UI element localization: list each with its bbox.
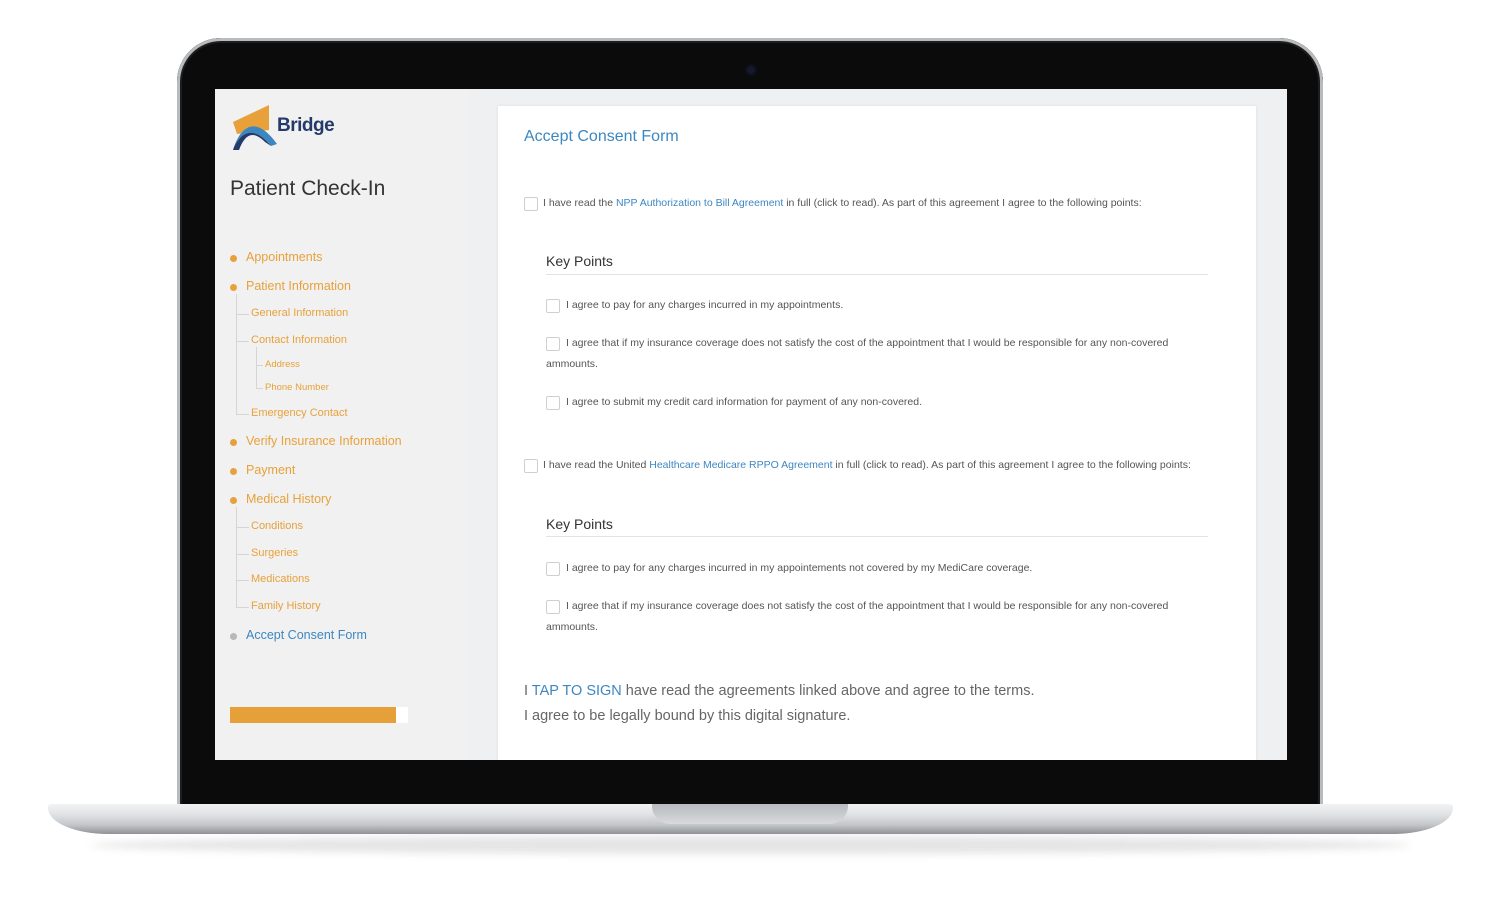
- app-screen: Bridge Patient Check-In Appointments Pat…: [215, 89, 1287, 760]
- nav-conditions[interactable]: Conditions: [251, 520, 303, 532]
- nav-bullet-icon: [230, 497, 237, 504]
- tree-branch: [236, 414, 249, 415]
- tree-branch: [256, 365, 263, 366]
- nav-patient-information[interactable]: Patient Information: [246, 279, 351, 293]
- key-point-text: I agree to pay for any charges incurred …: [566, 299, 844, 311]
- consent-form-card: Accept Consent Form I have read the NPP …: [498, 106, 1256, 760]
- page-title: Patient Check-In: [230, 177, 386, 200]
- signature-prefix: I: [524, 683, 532, 699]
- form-title: Accept Consent Form: [524, 128, 679, 145]
- agreement-prefix: I have read the: [543, 197, 616, 209]
- tree-branch: [236, 314, 249, 315]
- key-points-heading: Key Points: [546, 516, 613, 532]
- webcam-icon: [745, 64, 757, 76]
- nav-general-information[interactable]: General Information: [251, 307, 348, 319]
- tap-to-sign-button[interactable]: TAP TO SIGN: [532, 683, 622, 699]
- tree-branch: [236, 580, 249, 581]
- key-points-divider: [546, 536, 1208, 537]
- signature-binding-text: I agree to be legally bound by this digi…: [524, 708, 851, 724]
- agreement-suffix: in full (click to read). As part of this…: [783, 197, 1142, 209]
- key-points-divider: [546, 274, 1208, 275]
- laptop-notch: [652, 804, 848, 824]
- tree-branch: [236, 554, 249, 555]
- key-point: I agree to pay for any charges incurred …: [546, 295, 1206, 316]
- nav-bullet-icon: [230, 633, 237, 640]
- nav-payment[interactable]: Payment: [246, 463, 295, 477]
- nav-address[interactable]: Address: [265, 359, 300, 370]
- medicare-agreement-text: I have read the United Healthcare Medica…: [543, 459, 1191, 471]
- nav-medical-history[interactable]: Medical History: [246, 492, 331, 506]
- laptop-shadow: [90, 836, 1410, 854]
- agreement-suffix: in full (click to read). As part of this…: [832, 459, 1191, 471]
- nav-family-history[interactable]: Family History: [251, 600, 321, 612]
- nav-emergency-contact[interactable]: Emergency Contact: [251, 407, 348, 419]
- medicare-agreement-checkbox[interactable]: [524, 459, 538, 473]
- tree-branch: [256, 388, 263, 389]
- nav-contact-information[interactable]: Contact Information: [251, 334, 347, 346]
- key-point-text: I agree to submit my credit card informa…: [566, 396, 923, 408]
- nav-medications[interactable]: Medications: [251, 573, 310, 585]
- nav-bullet-icon: [230, 439, 237, 446]
- key-point-text: I agree to pay for any charges incurred …: [566, 562, 1033, 574]
- key-point: I agree to pay for any charges incurred …: [546, 558, 1206, 579]
- tree-line: [236, 294, 237, 414]
- brand-name: Bridge: [277, 115, 335, 136]
- signature-suffix: have read the agreements linked above an…: [621, 683, 1035, 699]
- npp-agreement-checkbox[interactable]: [524, 197, 538, 211]
- sidebar: Bridge Patient Check-In Appointments Pat…: [215, 89, 468, 760]
- medicare-agreement-link[interactable]: Healthcare Medicare RPPO Agreement: [649, 459, 832, 471]
- nav-accept-consent-form[interactable]: Accept Consent Form: [246, 628, 367, 642]
- tree-branch: [236, 341, 249, 342]
- nav-bullet-icon: [230, 468, 237, 475]
- agreement-prefix: I have read the United: [543, 459, 650, 471]
- nav-appointments[interactable]: Appointments: [246, 250, 322, 264]
- nav-phone-number[interactable]: Phone Number: [265, 382, 329, 393]
- nav-bullet-icon: [230, 284, 237, 291]
- key-point: I agree to submit my credit card informa…: [546, 392, 1206, 413]
- key-point-text: I agree that if my insurance coverage do…: [546, 337, 1169, 370]
- key-point: I agree that if my insurance coverage do…: [546, 596, 1206, 638]
- tree-line: [256, 347, 257, 389]
- checkin-progress-bar: [230, 707, 408, 723]
- npp-agreement-text: I have read the NPP Authorization to Bil…: [543, 197, 1142, 209]
- signature-statement: I TAP TO SIGN have read the agreements l…: [524, 683, 1035, 699]
- key-point: I agree that if my insurance coverage do…: [546, 333, 1206, 375]
- npp-agreement-link[interactable]: NPP Authorization to Bill Agreement: [616, 197, 783, 209]
- key-points-heading: Key Points: [546, 253, 613, 269]
- tree-line: [236, 507, 237, 607]
- nav-verify-insurance[interactable]: Verify Insurance Information: [246, 434, 402, 448]
- progress-fill: [230, 707, 396, 723]
- tree-branch: [236, 527, 249, 528]
- tree-branch: [236, 607, 249, 608]
- key-point-text: I agree that if my insurance coverage do…: [546, 600, 1169, 633]
- nav-bullet-icon: [230, 255, 237, 262]
- nav-surgeries[interactable]: Surgeries: [251, 547, 298, 559]
